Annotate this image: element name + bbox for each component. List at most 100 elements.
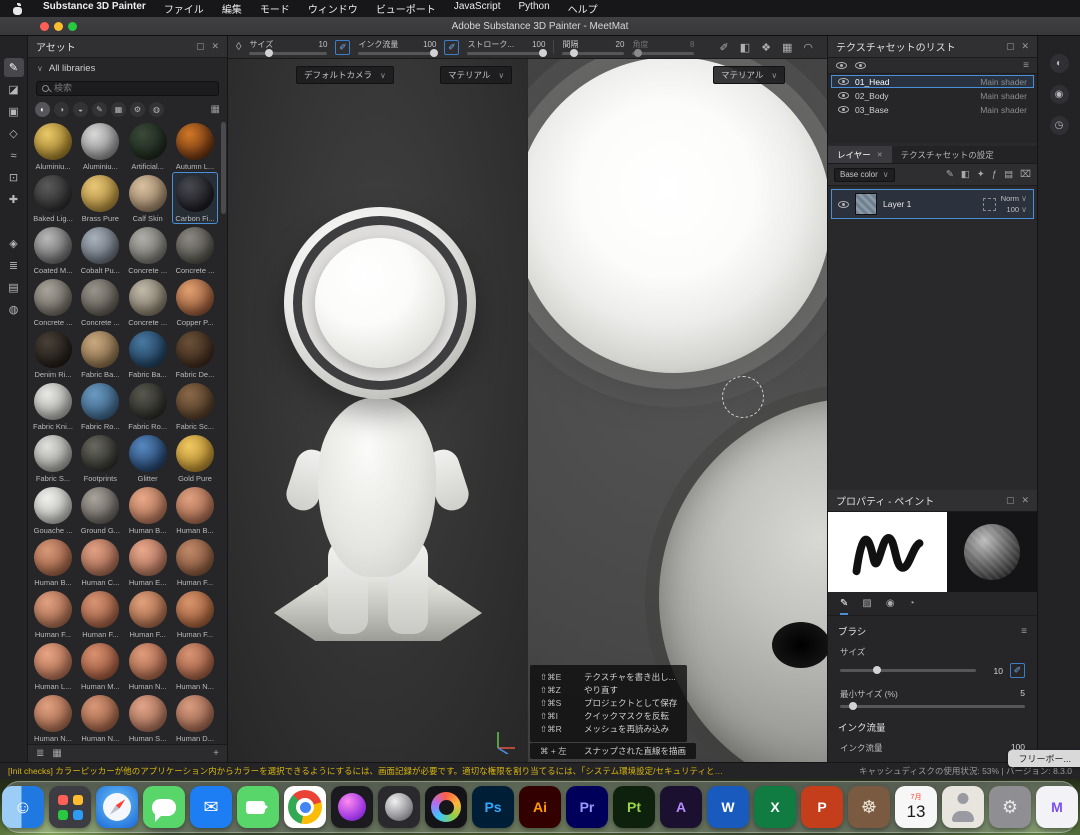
asset-item[interactable]: Human F... xyxy=(125,588,171,640)
material-tab[interactable]: ◉ xyxy=(886,598,895,615)
asset-item[interactable]: Human N... xyxy=(172,640,218,692)
list-view-icon[interactable]: ≣ xyxy=(36,748,44,759)
blend-mode-select[interactable]: Norm ∨ xyxy=(1001,194,1027,203)
asset-item[interactable]: Human F... xyxy=(30,588,76,640)
flow-slider[interactable] xyxy=(358,52,436,55)
window-titlebar[interactable]: Adobe Substance 3D Painter - MeetMat xyxy=(0,17,1080,36)
channel-select[interactable]: Base color ∨ xyxy=(834,168,895,182)
stroke-opacity-control[interactable]: ストローク...100 xyxy=(467,40,545,55)
asset-item[interactable]: Human F... xyxy=(172,536,218,588)
brush-stroke-preview[interactable] xyxy=(828,512,947,592)
falloff-icon[interactable]: ◠ xyxy=(803,41,813,54)
texture-set-row[interactable]: 01_HeadMain shader xyxy=(831,75,1034,88)
close-window-button[interactable] xyxy=(40,22,49,31)
asset-item[interactable]: Human B... xyxy=(30,536,76,588)
search-box[interactable] xyxy=(36,81,219,96)
filter-grid-view-icon[interactable]: ▦ xyxy=(211,104,220,115)
texture-set-visibility-icon[interactable] xyxy=(838,106,849,113)
dock-davinci-resolve[interactable] xyxy=(425,786,467,828)
environment-filter-icon[interactable]: ⚙ xyxy=(130,102,145,117)
projection-tool-icon[interactable]: ▣ xyxy=(4,102,24,121)
layer-row-layer1[interactable]: Layer 1 Norm ∨ 100 ∨ xyxy=(831,189,1034,219)
asset-item[interactable]: Human M... xyxy=(77,640,123,692)
asset-item[interactable]: Human D... xyxy=(172,692,218,744)
stroke-opacity-slider[interactable] xyxy=(467,52,545,55)
angle-control[interactable]: 角度8 xyxy=(632,40,694,55)
asset-item[interactable]: Cobalt Pu... xyxy=(77,224,123,276)
spacing-slider-knob[interactable] xyxy=(570,49,578,57)
minimize-window-button[interactable] xyxy=(54,22,63,31)
asset-item[interactable]: Baked Lig... xyxy=(30,172,76,224)
asset-item[interactable]: Fabric Ro... xyxy=(125,380,171,432)
properties-close-icon[interactable]: ✕ xyxy=(1021,495,1029,506)
asset-item[interactable]: Fabric Ba... xyxy=(125,328,171,380)
assets-popout-icon[interactable]: ▢ xyxy=(196,41,205,52)
asset-item[interactable]: Human L... xyxy=(30,640,76,692)
zoom-window-button[interactable] xyxy=(68,22,77,31)
smudge-tool-icon[interactable]: ≈ xyxy=(4,146,24,165)
dock-word[interactable]: W xyxy=(707,786,749,828)
angle-slider[interactable] xyxy=(632,52,694,55)
asset-item[interactable]: Human N... xyxy=(125,640,171,692)
asset-item[interactable]: Carbon Fi... xyxy=(172,172,218,224)
dock-final-cut-pro[interactable] xyxy=(331,786,373,828)
apple-menu-icon[interactable] xyxy=(12,3,24,15)
dock-mail[interactable]: ✉ xyxy=(190,786,232,828)
asset-item[interactable]: Autumn L... xyxy=(172,120,218,172)
asset-item[interactable]: Artificial... xyxy=(125,120,171,172)
display-settings-icon[interactable]: ◐ xyxy=(1050,54,1069,73)
dock-affinity[interactable]: A xyxy=(660,786,702,828)
delete-layer-icon[interactable]: ⌧ xyxy=(1020,169,1031,180)
menu-item-0[interactable]: Substance 3D Painter xyxy=(34,1,155,16)
dock-safari[interactable] xyxy=(96,786,138,828)
grid-snap-icon[interactable]: ▦ xyxy=(782,41,792,54)
material-picker-tool-icon[interactable]: ✚ xyxy=(4,190,24,209)
dock-messages[interactable] xyxy=(143,786,185,828)
stroke-settings-icon[interactable]: ◊ xyxy=(236,41,241,53)
asset-item[interactable]: Copper P... xyxy=(172,276,218,328)
shading-select-2d[interactable]: マテリアル ∨ xyxy=(713,66,785,84)
asset-item[interactable]: Human C... xyxy=(77,536,123,588)
brush-tab[interactable]: ✎ xyxy=(840,598,848,615)
history-icon[interactable]: ◷ xyxy=(1050,116,1069,135)
material-preview[interactable] xyxy=(947,512,1037,592)
flow-control[interactable]: インク流量100 xyxy=(358,40,436,55)
display-stack-icon[interactable]: ≣ xyxy=(4,256,24,275)
polygon-fill-tool-icon[interactable]: ◇ xyxy=(4,124,24,143)
brush-filter-icon[interactable]: ✎ xyxy=(92,102,107,117)
size-slider[interactable] xyxy=(249,52,327,55)
spacing-slider[interactable] xyxy=(562,52,624,55)
freeform-notification[interactable]: フリーボー... xyxy=(1008,750,1080,767)
flow-pressure-toggle[interactable]: ✐ xyxy=(444,40,459,55)
asset-item[interactable]: Human E... xyxy=(125,536,171,588)
dock-launchpad[interactable] xyxy=(49,786,91,828)
asset-item[interactable]: Fabric Ro... xyxy=(77,380,123,432)
brush-preset-menu-icon[interactable]: ≡ xyxy=(1021,626,1027,637)
asset-item[interactable]: Fabric S... xyxy=(30,432,76,484)
viewport-2d[interactable]: マテリアル ∨ ⇧⌘Eテクスチャを書き出し...⇧⌘Zやり直す⇧⌘Sプロジェクト… xyxy=(527,59,827,762)
dock-chrome[interactable] xyxy=(284,786,326,828)
dock-calendar[interactable]: 7月13 xyxy=(895,786,937,828)
asset-item[interactable]: Fabric De... xyxy=(172,328,218,380)
asset-item[interactable]: Concrete ... xyxy=(77,276,123,328)
dock-m-app[interactable]: M xyxy=(1036,786,1078,828)
clone-tool-icon[interactable]: ⊡ xyxy=(4,168,24,187)
grid-view-icon[interactable]: ▦ xyxy=(52,748,61,759)
assets-scrollbar[interactable] xyxy=(221,122,226,214)
smart-mask-filter-icon[interactable]: ◒ xyxy=(73,102,88,117)
prop-size-slider[interactable] xyxy=(840,669,976,672)
asset-item[interactable]: Footprints xyxy=(77,432,123,484)
layer-mask-placeholder[interactable] xyxy=(983,198,996,211)
resource-filter-icon[interactable]: ◍ xyxy=(149,102,164,117)
quick-mask-icon[interactable]: ◈ xyxy=(4,234,24,253)
asset-item[interactable]: Human S... xyxy=(125,692,171,744)
layer-visibility-icon[interactable] xyxy=(838,201,849,208)
size-control[interactable]: サイズ10 xyxy=(249,40,327,55)
bake-icon[interactable]: ◍ xyxy=(4,300,24,319)
add-asset-button[interactable]: + xyxy=(213,748,219,759)
tab-close-icon[interactable]: ✕ xyxy=(877,151,883,159)
asset-item[interactable]: Human F... xyxy=(77,588,123,640)
menu-item-8[interactable]: ヘルプ xyxy=(559,1,607,16)
dock-finder[interactable]: ☺ xyxy=(2,786,44,828)
visibility-all-icon[interactable] xyxy=(836,62,847,69)
